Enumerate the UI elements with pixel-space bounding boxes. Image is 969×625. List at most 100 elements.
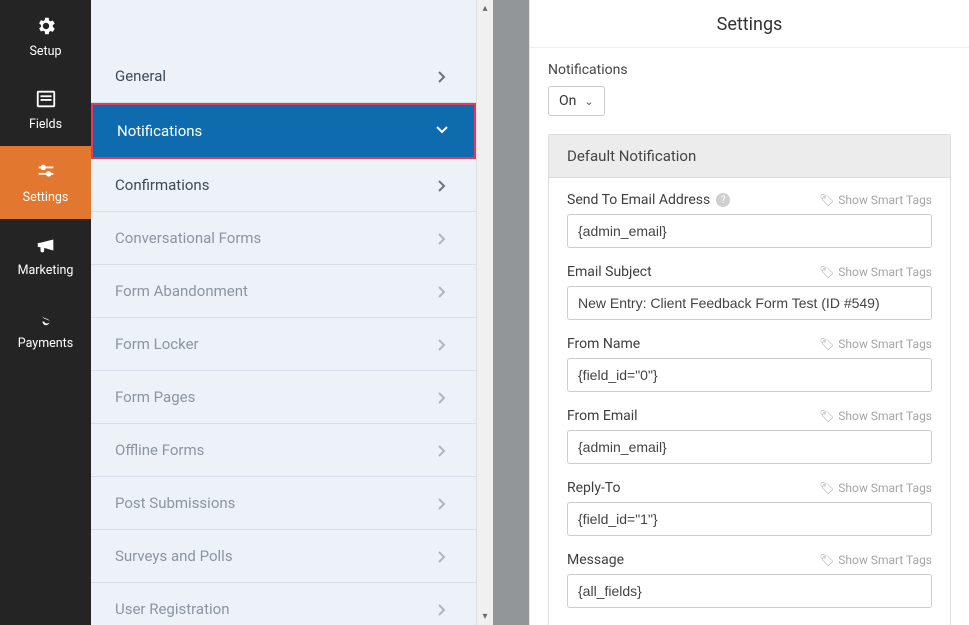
reply-to-input[interactable] [567,502,932,536]
show-smart-tags[interactable]: 🏷 Show Smart Tags [819,481,932,495]
show-smart-tags[interactable]: 🏷 Show Smart Tags [819,409,932,423]
nav-label: Marketing [18,263,74,278]
settings-item-label: Surveys and Polls [115,547,233,565]
chevron-right-icon [438,339,448,349]
settings-submenu: General Notifications Confirmations Conv… [91,0,493,625]
field-subject: Email Subject 🏷 Show Smart Tags [567,264,932,320]
smart-tags-label: Show Smart Tags [838,409,932,423]
nav-label: Payments [18,336,73,351]
chevron-down-icon: ⌄ [584,95,593,108]
settings-item-form-pages[interactable]: Form Pages [91,371,476,424]
tag-icon: 🏷 [819,409,834,423]
field-label-text: Reply-To [567,480,620,496]
settings-item-label: Notifications [117,122,202,140]
field-from-email: From Email 🏷 Show Smart Tags [567,408,932,464]
card-title: Default Notification [549,135,950,178]
chevron-right-icon [438,551,448,561]
settings-item-user-registration[interactable]: User Registration [91,583,476,625]
card-body: Send To Email Address ? 🏷 Show Smart Tag… [549,178,950,625]
settings-item-label: Form Pages [115,388,195,406]
settings-item-form-locker[interactable]: Form Locker [91,318,476,371]
list-icon [34,87,58,111]
help-icon[interactable]: ? [716,193,730,207]
chevron-right-icon [438,445,448,455]
content-area: Settings Notifications On ⌄ Default Noti… [529,0,969,625]
show-smart-tags[interactable]: 🏷 Show Smart Tags [819,337,932,351]
settings-item-label: Confirmations [115,176,209,194]
settings-item-label: General [115,67,166,85]
settings-list: General Notifications Confirmations Conv… [91,0,476,625]
settings-item-offline-forms[interactable]: Offline Forms [91,424,476,477]
sliders-icon [34,160,58,184]
tag-icon: 🏷 [819,265,834,279]
notifications-toggle[interactable]: On ⌄ [548,86,605,116]
settings-item-surveys-polls[interactable]: Surveys and Polls [91,530,476,583]
field-message: Message 🏷 Show Smart Tags [567,552,932,608]
tag-icon: 🏷 [819,553,834,567]
main-nav: Setup Fields Settings Marketing Payments [0,0,91,625]
nav-setup[interactable]: Setup [0,0,91,73]
smart-tags-label: Show Smart Tags [838,193,932,207]
chevron-right-icon [438,71,448,81]
toggle-value: On [559,93,576,109]
settings-item-label: Conversational Forms [115,229,261,247]
chevron-right-icon [438,498,448,508]
field-label-text: Send To Email Address [567,192,710,208]
from-name-input[interactable] [567,358,932,392]
show-smart-tags[interactable]: 🏷 Show Smart Tags [819,193,932,207]
settings-item-label: Post Submissions [115,494,235,512]
scroll-down-icon[interactable]: ▾ [477,608,493,625]
tag-icon: 🏷 [819,193,834,207]
smart-tags-label: Show Smart Tags [838,265,932,279]
nav-marketing[interactable]: Marketing [0,219,91,292]
smart-tags-label: Show Smart Tags [838,481,932,495]
chevron-right-icon [438,286,448,296]
subject-input[interactable] [567,286,932,320]
nav-payments[interactable]: Payments [0,292,91,365]
nav-fields[interactable]: Fields [0,73,91,146]
panel-divider [493,0,529,625]
settings-item-conversational-forms[interactable]: Conversational Forms [91,212,476,265]
chevron-right-icon [438,180,448,190]
smart-tags-label: Show Smart Tags [838,337,932,351]
field-label-text: Message [567,552,624,568]
nav-settings[interactable]: Settings [0,146,91,219]
notifications-toggle-block: Notifications On ⌄ [548,62,951,116]
nav-label: Settings [23,190,69,205]
notifications-label: Notifications [548,62,951,78]
smart-tags-label: Show Smart Tags [838,553,932,567]
nav-label: Fields [29,117,62,132]
bullhorn-icon [34,233,58,257]
settings-item-post-submissions[interactable]: Post Submissions [91,477,476,530]
field-from-name: From Name 🏷 Show Smart Tags [567,336,932,392]
scroll-up-icon[interactable]: ▴ [477,0,493,17]
chevron-right-icon [438,604,448,614]
show-smart-tags[interactable]: 🏷 Show Smart Tags [819,553,932,567]
chevron-down-icon [436,126,446,136]
settings-item-notifications[interactable]: Notifications [91,103,476,159]
field-reply-to: Reply-To 🏷 Show Smart Tags [567,480,932,536]
scrollbar[interactable]: ▴ ▾ [476,0,493,625]
settings-item-general[interactable]: General [91,50,476,103]
gear-icon [34,14,58,38]
settings-item-label: Offline Forms [115,441,204,459]
settings-item-label: Form Abandonment [115,282,248,300]
send-to-input[interactable] [567,214,932,248]
field-label-text: From Name [567,336,640,352]
settings-item-form-abandonment[interactable]: Form Abandonment [91,265,476,318]
show-smart-tags[interactable]: 🏷 Show Smart Tags [819,265,932,279]
field-label-text: Email Subject [567,264,652,280]
tag-icon: 🏷 [819,481,834,495]
field-label-text: From Email [567,408,638,424]
from-email-input[interactable] [567,430,932,464]
settings-item-label: User Registration [115,600,230,618]
chevron-right-icon [438,233,448,243]
field-send-to: Send To Email Address ? 🏷 Show Smart Tag… [567,192,932,248]
notification-card: Default Notification Send To Email Addre… [548,134,951,625]
dollar-icon [34,306,58,330]
page-title: Settings [530,0,969,48]
settings-item-confirmations[interactable]: Confirmations [91,159,476,212]
settings-item-label: Form Locker [115,335,199,353]
tag-icon: 🏷 [819,337,834,351]
message-input[interactable] [567,574,932,608]
